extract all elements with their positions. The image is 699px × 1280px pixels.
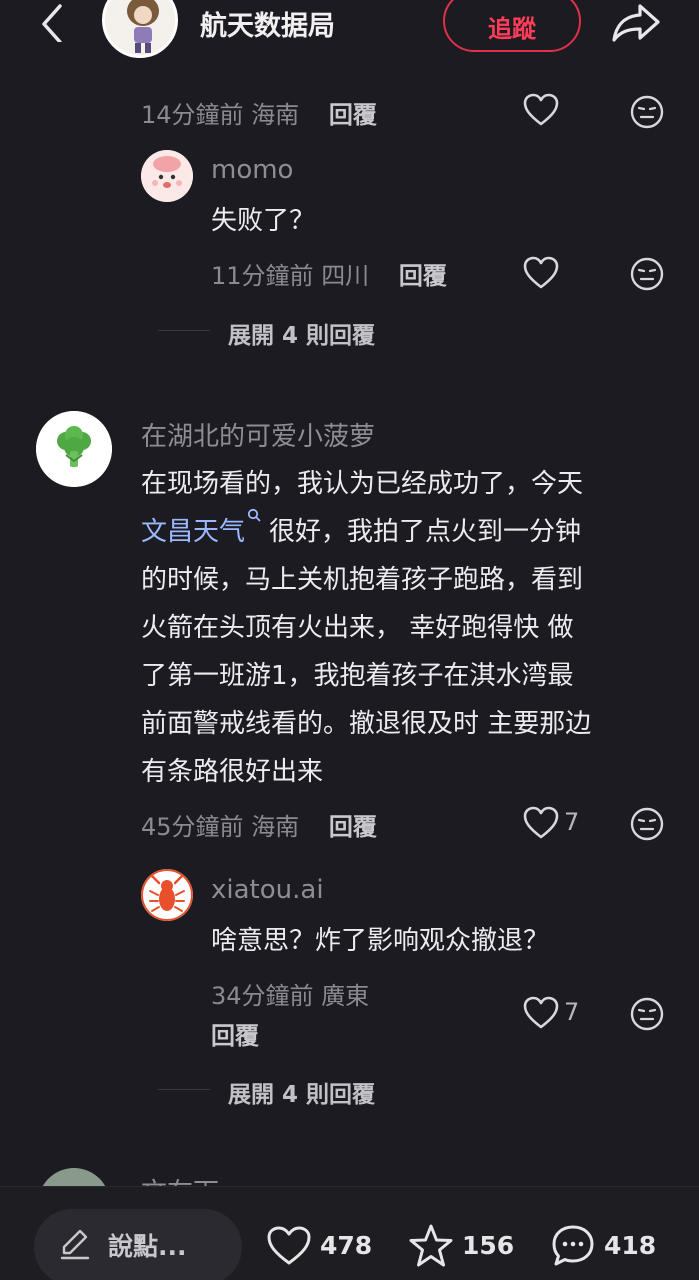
expand-replies-button[interactable]: 展開 4 則回覆	[228, 316, 375, 350]
share-icon[interactable]	[610, 0, 662, 44]
follow-button[interactable]: 追蹤	[443, 0, 581, 52]
comment-location: 海南	[251, 813, 300, 841]
reply-meta: 34分鐘前 廣東	[211, 976, 369, 1011]
dislike-face-icon[interactable]	[629, 256, 665, 292]
reply-button[interactable]: 回覆	[329, 101, 377, 129]
comment-text-line: 的时候，马上关机抱着孩子跑路，看到	[141, 565, 584, 595]
comment-time: 14分鐘前	[141, 101, 244, 129]
back-icon[interactable]	[36, 2, 72, 42]
reply-meta: 11分鐘前 四川 回覆	[211, 256, 447, 291]
top-bar: 航天数据局 追蹤	[0, 0, 699, 58]
heart-icon[interactable]	[523, 996, 559, 1030]
reply-button[interactable]: 回覆	[329, 813, 377, 841]
expand-replies-button[interactable]: 展開 4 則回覆	[228, 1075, 375, 1109]
bottom-bar: 說點... 478 156 418	[0, 1186, 699, 1280]
reply-text: 啥意思？炸了影响观众撤退？	[211, 926, 550, 956]
comment-text-line: 了第一班游1，我抱着孩子在淇水湾最	[141, 661, 574, 691]
like-count: 478	[320, 1231, 373, 1260]
account-avatar[interactable]	[102, 0, 178, 58]
comment-text-line: 前面警戒线看的。撤退很及时 主要那边	[141, 709, 592, 739]
comment-text-fragment: 很好，我拍了点火到一分钟	[269, 517, 582, 547]
favorite-count: 156	[462, 1231, 515, 1260]
comment-text-line: 文昌天气 很好，我拍了点火到一分钟	[141, 508, 581, 556]
comment-text-line: 有条路很好出来	[141, 757, 324, 787]
comment-count: 418	[604, 1231, 657, 1260]
like-count: 7	[564, 808, 580, 836]
reply-location: 四川	[321, 262, 370, 290]
heart-icon[interactable]	[523, 806, 559, 840]
comment-meta: 14分鐘前 海南 回覆	[141, 95, 377, 130]
page-title: 航天数据局	[200, 11, 335, 42]
dislike-face-icon[interactable]	[629, 996, 665, 1032]
pencil-icon	[60, 1229, 90, 1260]
comment-location: 海南	[251, 101, 300, 129]
reply-location: 廣東	[321, 982, 370, 1010]
dislike-face-icon[interactable]	[629, 94, 665, 130]
comment-time: 45分鐘前	[141, 813, 244, 841]
user-avatar[interactable]	[141, 150, 193, 202]
reply-meta-2: 回覆	[211, 1016, 259, 1051]
reply-text: 失败了？	[211, 206, 316, 236]
reply-username[interactable]: momo	[211, 155, 293, 185]
comment-meta: 45分鐘前 海南 回覆	[141, 807, 377, 842]
star-icon[interactable]	[408, 1223, 454, 1269]
user-avatar[interactable]	[141, 869, 193, 921]
comment-text-line: 火箭在头顶有火出来， 幸好跑得快 做	[141, 613, 574, 643]
divider	[158, 1089, 210, 1090]
heart-icon[interactable]	[523, 93, 559, 127]
dislike-face-icon[interactable]	[629, 806, 665, 842]
comment-input-placeholder: 說點...	[108, 1232, 187, 1261]
reply-time: 34分鐘前	[211, 982, 314, 1010]
user-avatar[interactable]	[36, 411, 112, 487]
comment-username[interactable]: 在湖北的可爱小菠萝	[141, 416, 375, 453]
topic-link[interactable]: 文昌天气	[141, 517, 245, 547]
heart-icon[interactable]	[523, 256, 559, 290]
like-count: 7	[564, 998, 580, 1026]
divider	[158, 330, 210, 331]
comment-bubble-icon[interactable]	[550, 1223, 596, 1269]
reply-button[interactable]: 回覆	[211, 1022, 259, 1050]
comment-text-line: 在现场看的，我认为已经成功了，今天	[141, 469, 584, 499]
reply-button[interactable]: 回覆	[399, 262, 447, 290]
reply-username[interactable]: xiatou.ai	[211, 875, 324, 905]
search-icon	[247, 508, 261, 522]
reply-time: 11分鐘前	[211, 262, 314, 290]
heart-icon[interactable]	[266, 1225, 312, 1267]
